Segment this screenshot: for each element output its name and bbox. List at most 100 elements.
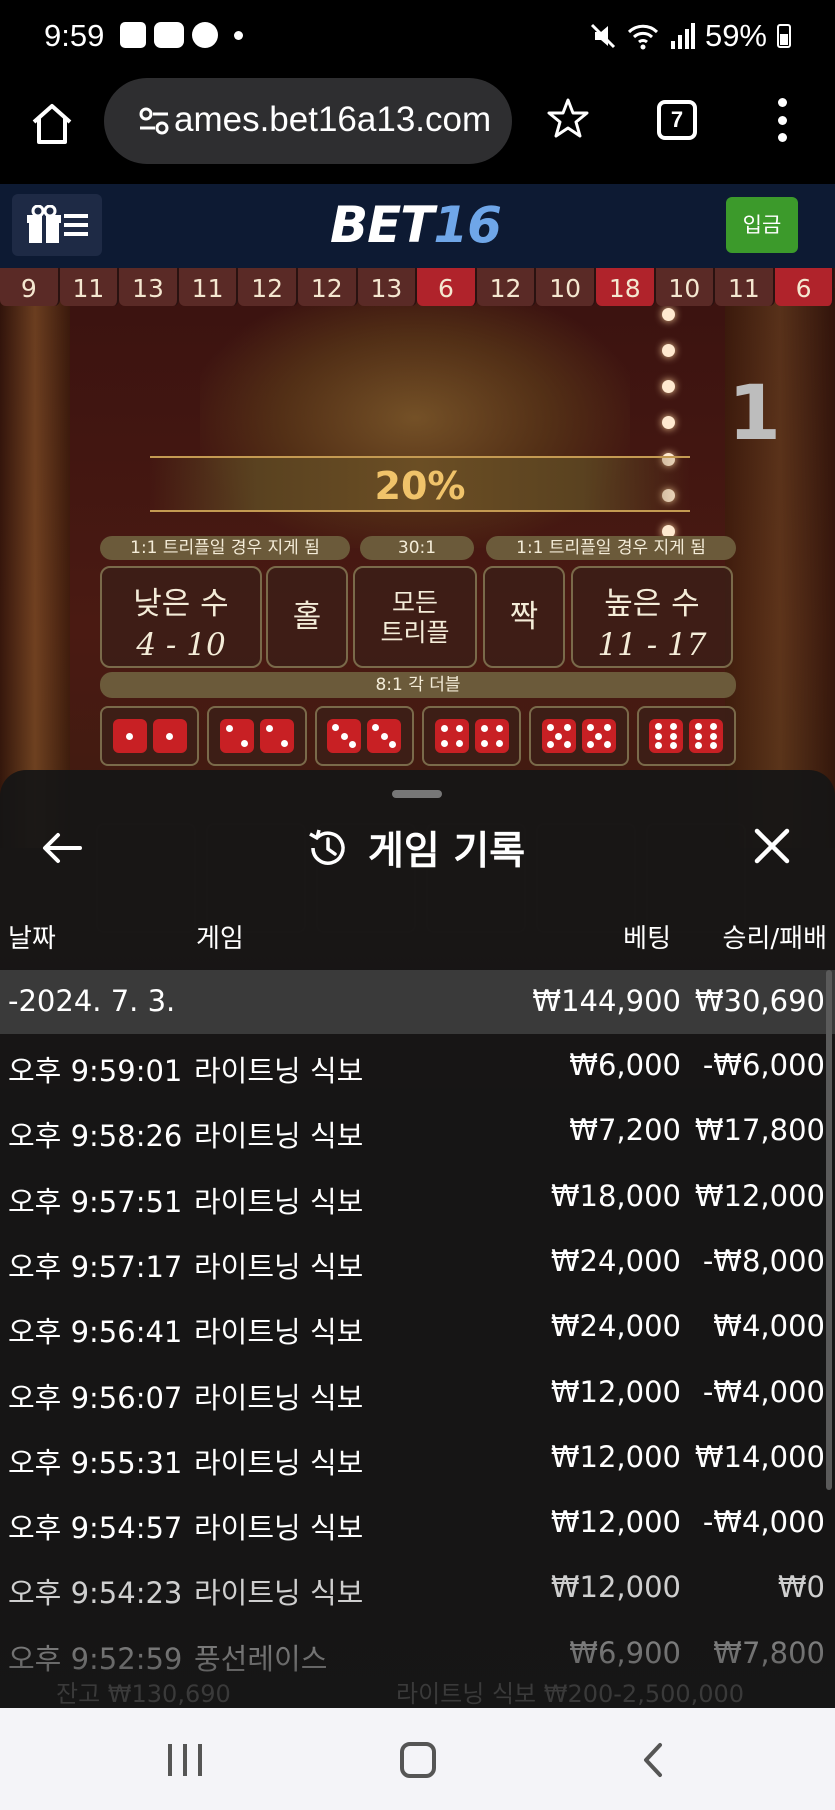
notification-icons <box>120 22 243 48</box>
address-bar[interactable]: ames.bet16a13.com <box>104 78 512 164</box>
bet-any-triple[interactable]: 모든 트리플 <box>353 566 477 668</box>
footer-limits: 라이트닝 식보 ₩200-2,500,000 <box>396 1680 745 1708</box>
row-time: 오후 9:54:57 <box>8 1511 183 1546</box>
row-time: 오후 9:56:07 <box>8 1380 183 1415</box>
history-cell: 12 <box>297 268 358 306</box>
history-cell: 11 <box>715 268 775 306</box>
bookmark-star-icon[interactable] <box>546 96 590 140</box>
date-summary-row[interactable]: -2024. 7. 3. ₩144,900 ₩30,690 <box>0 970 835 1034</box>
column-bet: 베팅 <box>623 924 671 954</box>
recents-icon[interactable] <box>168 1744 202 1776</box>
mute-icon <box>590 23 616 49</box>
row-game: 라이트닝 식보 <box>194 1445 364 1480</box>
die-icon <box>152 719 187 753</box>
double-bet-1[interactable] <box>100 706 200 766</box>
double-bet-2[interactable] <box>207 706 307 766</box>
scrollbar[interactable] <box>826 970 832 1490</box>
row-game: 라이트닝 식보 <box>194 1054 364 1088</box>
footer-overlay: 잔고 ₩130,690 라이트닝 식보 ₩200-2,500,000 <box>0 1640 835 1708</box>
history-cell: 6 <box>417 268 477 306</box>
odds-triple-label: 30:1 <box>360 536 474 560</box>
row-result: ₩17,800 <box>694 1113 825 1148</box>
back-arrow-icon[interactable] <box>40 826 84 870</box>
column-date: 날짜 <box>8 924 56 954</box>
gift-menu-button[interactable] <box>12 194 102 256</box>
die-icon <box>219 719 254 753</box>
history-cell: 10 <box>655 268 716 306</box>
row-time: 오후 9:57:51 <box>8 1184 183 1219</box>
row-result: -₩4,000 <box>702 1374 825 1409</box>
row-bet: ₩24,000 <box>550 1309 681 1344</box>
die-icon <box>649 719 684 753</box>
die-icon <box>327 719 362 753</box>
history-cell: 13 <box>119 268 179 306</box>
status-bar: 9:59 59% <box>0 0 835 78</box>
history-row[interactable]: 오후 9:57:51 라이트닝 식보 ₩18,000 ₩12,000 <box>0 1165 835 1230</box>
history-cell: 6 <box>774 268 835 306</box>
status-time: 9:59 <box>44 18 105 53</box>
die-icon <box>112 719 147 753</box>
history-row[interactable]: 오후 9:56:41 라이트닝 식보 ₩24,000 ₩4,000 <box>0 1295 835 1360</box>
bet-even[interactable]: 짝 <box>483 566 565 668</box>
row-result: -₩8,000 <box>702 1243 825 1278</box>
history-row[interactable]: 오후 9:57:17 라이트닝 식보 ₩24,000 -₩8,000 <box>0 1230 835 1295</box>
summary-date: -2024. 7. 3. <box>8 984 176 1018</box>
summary-bet: ₩144,900 <box>532 984 681 1018</box>
site-header: BET16 입금 <box>0 184 835 268</box>
row-bet: ₩12,000 <box>550 1505 681 1540</box>
battery-icon <box>777 24 791 48</box>
history-cell: 13 <box>357 268 418 306</box>
footer-balance: 잔고 ₩130,690 <box>56 1680 231 1708</box>
bet-low[interactable]: 낮은 수 4 - 10 <box>100 566 262 668</box>
close-icon[interactable] <box>752 826 792 866</box>
row-bet: ₩12,000 <box>550 1439 681 1474</box>
bet-odd[interactable]: 홀 <box>266 566 348 668</box>
column-result: 승리/패배 <box>722 924 827 954</box>
multiplier-text: 20% <box>374 464 466 508</box>
row-game: 라이트닝 식보 <box>194 1315 364 1350</box>
tab-switcher-button[interactable]: 7 <box>657 100 697 140</box>
deposit-button[interactable]: 입금 <box>726 197 798 253</box>
more-menu-icon[interactable] <box>774 98 790 142</box>
double-odds-label: 8:1 각 더블 <box>100 672 736 698</box>
sheet-drag-handle[interactable] <box>392 790 442 798</box>
history-cell: 12 <box>476 268 537 306</box>
row-time: 오후 9:57:17 <box>8 1249 183 1284</box>
gift-icon <box>27 205 61 243</box>
lightning-multiplier: 20% <box>150 456 690 512</box>
row-game: 라이트닝 식보 <box>194 1119 364 1154</box>
history-cell: 12 <box>238 268 298 306</box>
history-row[interactable]: 오후 9:56:07 라이트닝 식보 ₩12,000 -₩4,000 <box>0 1361 835 1426</box>
chat-bubble-icon <box>192 22 218 48</box>
wifi-icon <box>627 24 659 50</box>
die-icon <box>581 719 616 753</box>
history-row[interactable]: 오후 9:58:26 라이트닝 식보 ₩7,200 ₩17,800 <box>0 1099 835 1164</box>
sheet-title: 게임 기록 <box>368 829 526 874</box>
home-nav-icon[interactable] <box>400 1742 436 1778</box>
row-result: ₩4,000 <box>713 1309 825 1344</box>
row-bet: ₩24,000 <box>550 1243 681 1278</box>
row-bet: ₩7,200 <box>569 1113 681 1148</box>
history-icon <box>309 829 345 865</box>
history-row[interactable]: 오후 9:54:57 라이트닝 식보 ₩12,000 -₩4,000 <box>0 1491 835 1556</box>
bet16-logo[interactable]: BET16 <box>330 196 502 254</box>
bet-high[interactable]: 높은 수 11 - 17 <box>571 566 733 668</box>
url-text[interactable]: ames.bet16a13.com <box>174 100 491 140</box>
back-nav-icon[interactable] <box>638 1742 668 1778</box>
history-row[interactable]: 오후 9:54:23 라이트닝 식보 ₩12,000 ₩0 <box>0 1556 835 1621</box>
double-bet-6[interactable] <box>636 706 736 766</box>
double-bet-5[interactable] <box>529 706 629 766</box>
battery-percent: 59% <box>704 18 767 53</box>
history-cell: 11 <box>59 268 120 306</box>
home-icon[interactable] <box>28 100 76 148</box>
history-cell: 9 <box>0 268 60 306</box>
history-row[interactable]: 오후 9:55:31 라이트닝 식보 ₩12,000 ₩14,000 <box>0 1426 835 1491</box>
history-row[interactable]: 오후 9:59:01 라이트닝 식보 ₩6,000 -₩6,000 <box>0 1034 835 1099</box>
double-bet-3[interactable] <box>314 706 414 766</box>
odds-low-label: 1:1 트리플일 경우 지게 됨 <box>100 536 350 560</box>
history-cell: 10 <box>536 268 596 306</box>
table-header: 날짜 게임 베팅 승리/패배 <box>0 910 835 958</box>
youtube-icon <box>154 22 184 48</box>
site-settings-icon[interactable] <box>138 106 170 136</box>
double-bet-4[interactable] <box>421 706 522 766</box>
